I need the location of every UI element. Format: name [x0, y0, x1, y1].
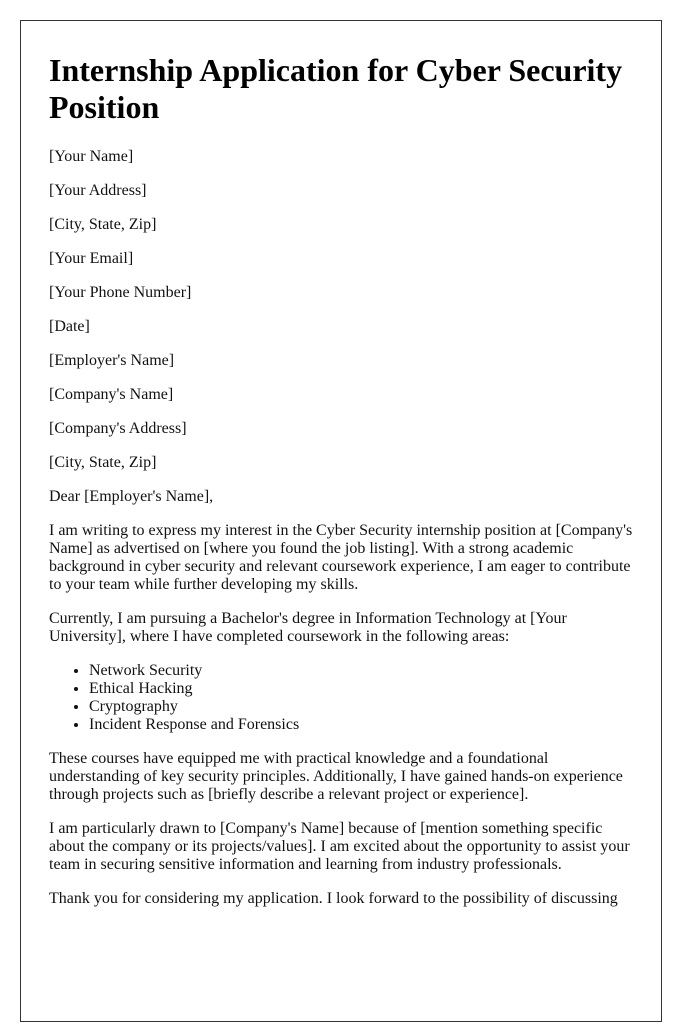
closing-paragraph: Thank you for considering my application… [49, 890, 618, 907]
sender-city-state-zip: [City, State, Zip] [49, 216, 157, 233]
body-paragraph: Currently, I am pursuing a Bachelor's de… [49, 610, 567, 645]
recipient-block: [Employer's Name] [Company's Name] [Comp… [49, 352, 633, 472]
sender-name: [Your Name] [49, 148, 134, 165]
coursework-item: Network Security [89, 662, 633, 680]
coursework-item: Cryptography [89, 698, 633, 716]
salutation: Dear [Employer's Name], [49, 488, 214, 505]
body-paragraph: I am writing to express my interest in t… [49, 522, 633, 593]
sender-phone: [Your Phone Number] [49, 284, 192, 301]
employer-name: [Employer's Name] [49, 352, 175, 369]
coursework-item: Incident Response and Forensics [89, 716, 633, 734]
sender-email: [Your Email] [49, 250, 134, 267]
body-paragraph: These courses have equipped me with prac… [49, 750, 623, 803]
coursework-list: Network Security Ethical Hacking Cryptog… [49, 662, 633, 734]
sender-block: [Your Name] [Your Address] [City, State,… [49, 148, 633, 336]
sender-address: [Your Address] [49, 182, 147, 199]
letter-document: Internship Application for Cyber Securit… [20, 20, 662, 1022]
company-city-state-zip: [City, State, Zip] [49, 454, 157, 471]
company-address: [Company's Address] [49, 420, 187, 437]
body-paragraph: I am particularly drawn to [Company's Na… [49, 820, 630, 873]
company-name: [Company's Name] [49, 386, 174, 403]
document-title: Internship Application for Cyber Securit… [49, 52, 623, 125]
coursework-item: Ethical Hacking [89, 680, 633, 698]
letter-date: [Date] [49, 318, 90, 335]
